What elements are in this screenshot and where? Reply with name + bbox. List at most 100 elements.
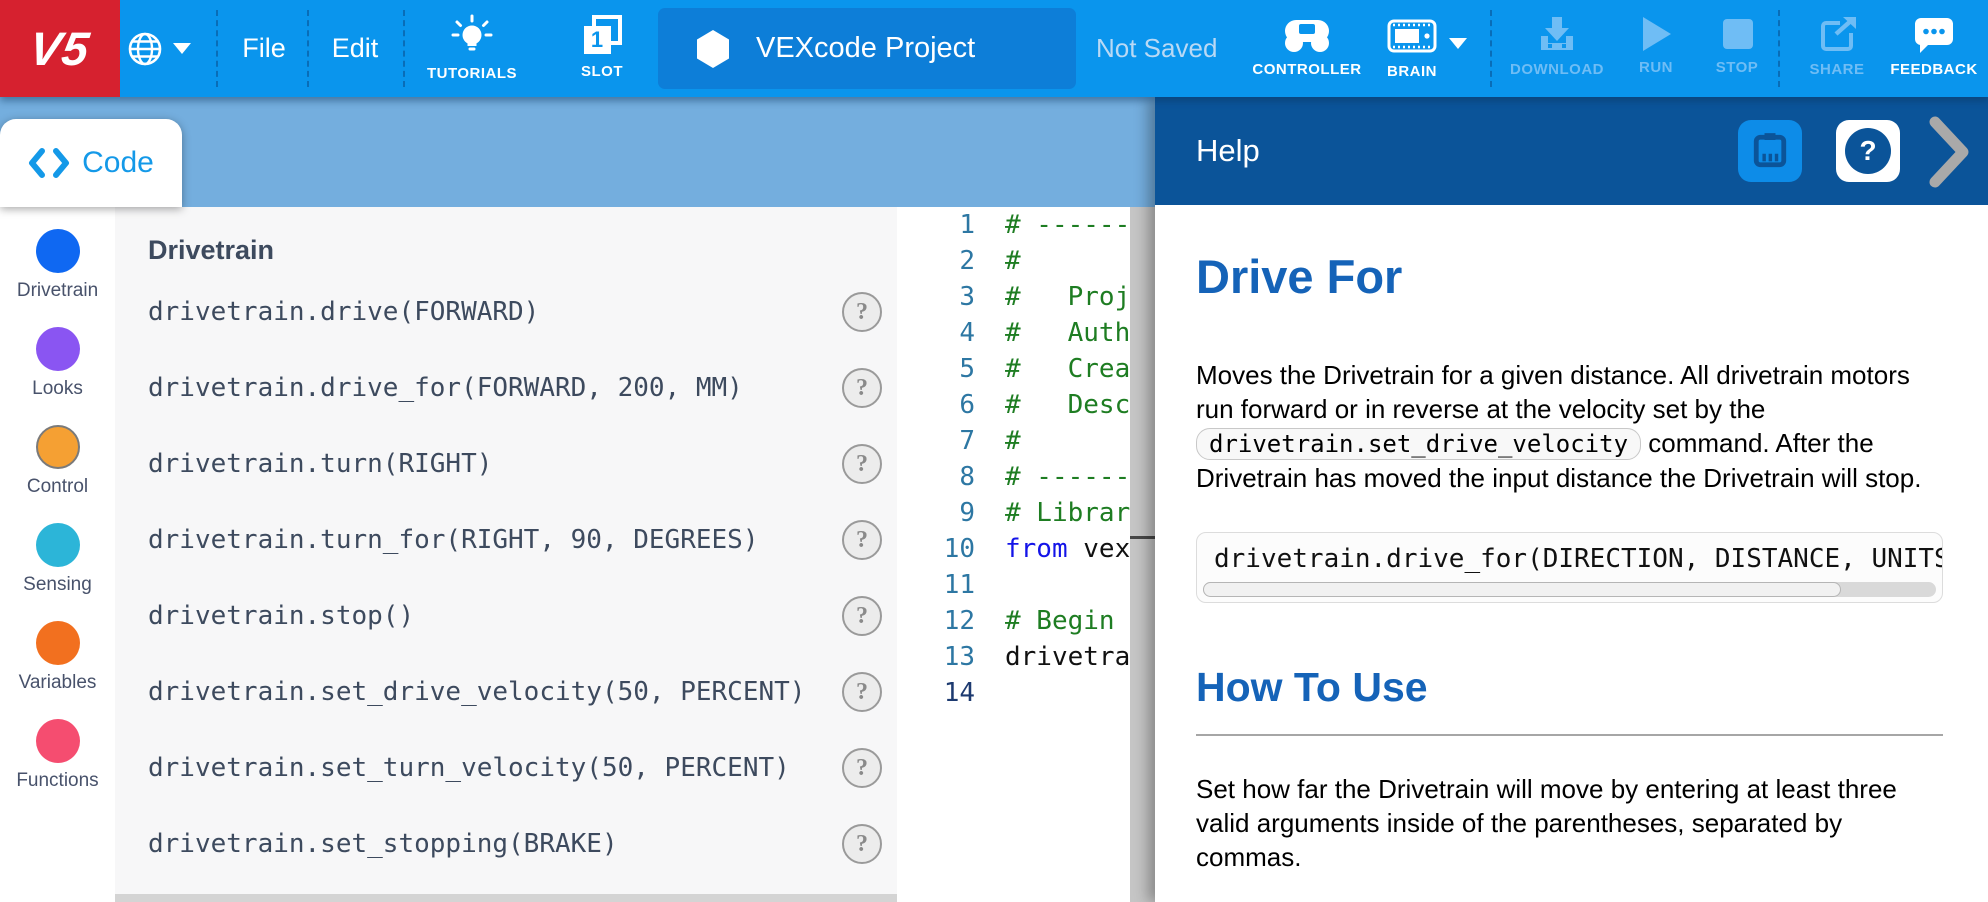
language-menu[interactable] — [126, 0, 206, 97]
line-number: 7 — [897, 426, 975, 456]
editor-line: 5# Created — [897, 351, 1155, 387]
command-row[interactable]: drivetrain.set_stopping(BRAKE)? — [115, 806, 897, 882]
how-to-use-heading: How To Use — [1196, 667, 1943, 708]
run-button[interactable]: RUN — [1621, 0, 1691, 97]
controller-button[interactable]: CONTROLLER — [1247, 0, 1367, 97]
command-row[interactable]: drivetrain.stop()? — [115, 578, 897, 654]
controller-icon — [1282, 14, 1332, 56]
command-row[interactable]: drivetrain.drive(FORWARD)? — [115, 274, 897, 350]
project-title: VEXcode Project — [756, 32, 975, 65]
share-label: SHARE — [1809, 61, 1864, 78]
brain-label: BRAIN — [1387, 63, 1437, 80]
line-number: 4 — [897, 318, 975, 348]
command-help-button[interactable]: ? — [842, 520, 882, 560]
menu-file[interactable]: File — [222, 0, 306, 97]
example-code-hscrollbar-thumb[interactable] — [1203, 582, 1841, 597]
command-text: drivetrain.set_drive_velocity(50, PERCEN… — [148, 677, 842, 707]
help-panel-header: Help ? — [1155, 97, 1988, 205]
tab-code[interactable]: Code — [0, 119, 182, 207]
v5-logo-text: V5 — [26, 21, 93, 76]
help-panel: Help ? Drive For Moves the Drivetrain fo… — [1155, 97, 1988, 902]
command-panel-header: Drivetrain — [148, 235, 897, 266]
line-code: # Begin p — [1005, 606, 1146, 636]
stop-icon — [1718, 14, 1756, 54]
help-brain-button[interactable] — [1738, 120, 1802, 182]
feedback-label: FEEDBACK — [1890, 61, 1977, 78]
sidebar-item-label: Control — [27, 476, 88, 498]
code-editor[interactable]: 1# ----------------2#3# Projec4# Author5… — [897, 207, 1155, 902]
command-help-button[interactable]: ? — [842, 748, 882, 788]
tutorials-button[interactable]: TUTORIALS — [412, 0, 532, 97]
brain-device-icon — [1748, 129, 1792, 173]
sidebar-item-drivetrain[interactable]: Drivetrain — [0, 229, 115, 327]
sidebar-item-looks[interactable]: Looks — [0, 327, 115, 425]
command-help-button[interactable]: ? — [842, 672, 882, 712]
top-toolbar: V5 File Edit — [0, 0, 1988, 97]
tutorials-label: TUTORIALS — [427, 65, 517, 82]
share-button[interactable]: SHARE — [1797, 0, 1877, 97]
sidebar-item-label: Variables — [19, 672, 97, 694]
run-label: RUN — [1639, 59, 1673, 76]
sidebar-item-variables[interactable]: Variables — [0, 621, 115, 719]
editor-line: 11 — [897, 567, 1155, 603]
help-question-button[interactable]: ? — [1836, 120, 1900, 182]
command-panel-hscrollbar[interactable] — [115, 894, 897, 902]
editor-scrollbar-thumb-edge — [1130, 536, 1155, 539]
sidebar-item-functions[interactable]: Functions — [0, 719, 115, 817]
command-row[interactable]: drivetrain.set_turn_velocity(50, PERCENT… — [115, 730, 897, 806]
slot-button[interactable]: 1 SLOT — [552, 0, 652, 97]
command-help-button[interactable]: ? — [842, 596, 882, 636]
save-status-text: Not Saved — [1096, 33, 1217, 64]
category-circle-icon — [36, 719, 80, 763]
editor-line: 4# Author — [897, 315, 1155, 351]
command-help-button[interactable]: ? — [842, 368, 882, 408]
editor-vscrollbar[interactable] — [1130, 207, 1155, 902]
example-code-hscrollbar — [1203, 582, 1936, 597]
command-row[interactable]: drivetrain.turn(RIGHT)? — [115, 426, 897, 502]
editor-line: 13drivetrain — [897, 639, 1155, 675]
chevron-down-icon — [173, 43, 191, 54]
command-row[interactable]: drivetrain.drive_for(FORWARD, 200, MM)? — [115, 350, 897, 426]
sidebar-item-sensing[interactable]: Sensing — [0, 523, 115, 621]
line-number: 9 — [897, 498, 975, 528]
help-content: Drive For Moves the Drivetrain for a giv… — [1155, 205, 1988, 902]
question-mark-icon: ? — [1845, 128, 1891, 174]
play-icon — [1637, 14, 1675, 54]
save-status: Not Saved — [1096, 0, 1217, 97]
command-row[interactable]: drivetrain.turn_for(RIGHT, 90, DEGREES)? — [115, 502, 897, 578]
line-number: 14 — [897, 678, 975, 708]
stop-label: STOP — [1716, 59, 1759, 76]
code-segment: # — [1005, 426, 1021, 456]
project-title-button[interactable]: VEXcode Project — [658, 8, 1076, 89]
collapse-panel-chevron-icon[interactable] — [1928, 116, 1970, 188]
lightbulb-icon — [449, 14, 495, 60]
brain-chevron-down-icon[interactable] — [1449, 38, 1467, 49]
command-text: drivetrain.set_stopping(BRAKE) — [148, 829, 842, 859]
menu-file-label: File — [242, 33, 286, 64]
menu-edit[interactable]: Edit — [313, 0, 397, 97]
feedback-button[interactable]: FEEDBACK — [1886, 0, 1982, 97]
example-code-box: drivetrain.drive_for(DIRECTION, DISTANCE… — [1196, 532, 1943, 603]
editor-line: 7# — [897, 423, 1155, 459]
example-code-text: drivetrain.drive_for(DIRECTION, DISTANCE… — [1197, 533, 1942, 574]
command-row[interactable]: drivetrain.set_drive_velocity(50, PERCEN… — [115, 654, 897, 730]
line-number: 3 — [897, 282, 975, 312]
doc-intro-paragraph: Moves the Drivetrain for a given distanc… — [1196, 358, 1943, 495]
code-segment: # — [1005, 246, 1021, 276]
download-button[interactable]: DOWNLOAD — [1502, 0, 1612, 97]
command-help-button[interactable]: ? — [842, 292, 882, 332]
line-number: 5 — [897, 354, 975, 384]
slot-pages-icon: 1 — [580, 14, 624, 58]
line-code: # — [1005, 426, 1021, 456]
toolbar-separator — [307, 10, 309, 87]
sidebar-item-control[interactable]: Control — [0, 425, 115, 523]
command-panel: Drivetrain drivetrain.drive(FORWARD)?dri… — [115, 207, 897, 902]
editor-line: 9# Library — [897, 495, 1155, 531]
category-circle-icon — [36, 425, 80, 469]
command-help-button[interactable]: ? — [842, 824, 882, 864]
v5-logo: V5 — [0, 0, 120, 97]
stop-button[interactable]: STOP — [1700, 0, 1774, 97]
tab-code-label: Code — [82, 146, 154, 180]
command-help-button[interactable]: ? — [842, 444, 882, 484]
command-text: drivetrain.turn_for(RIGHT, 90, DEGREES) — [148, 525, 842, 555]
